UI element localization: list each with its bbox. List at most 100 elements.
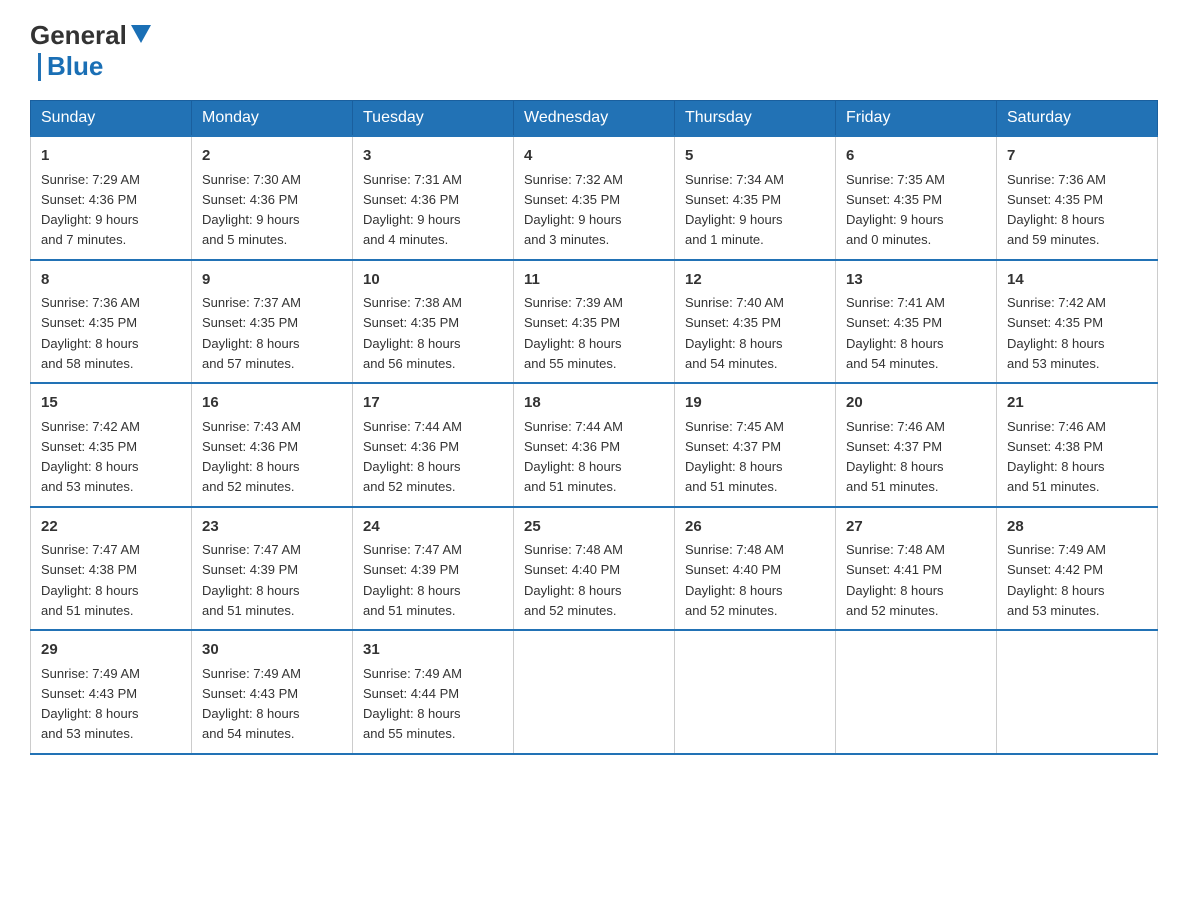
cell-content: Sunrise: 7:49 AMSunset: 4:43 PMDaylight:… [41, 666, 140, 742]
calendar-cell: 7 Sunrise: 7:36 AMSunset: 4:35 PMDayligh… [997, 136, 1158, 260]
logo-blue-text: Blue [47, 51, 103, 82]
calendar-cell: 25 Sunrise: 7:48 AMSunset: 4:40 PMDaylig… [514, 507, 675, 631]
day-number: 26 [685, 516, 825, 539]
cell-content: Sunrise: 7:40 AMSunset: 4:35 PMDaylight:… [685, 295, 784, 371]
day-number: 28 [1007, 516, 1147, 539]
calendar-cell [997, 630, 1158, 754]
cell-content: Sunrise: 7:34 AMSunset: 4:35 PMDaylight:… [685, 172, 784, 248]
day-number: 8 [41, 269, 181, 292]
logo-divider [38, 53, 41, 81]
day-number: 9 [202, 269, 342, 292]
day-number: 19 [685, 392, 825, 415]
calendar-cell: 31 Sunrise: 7:49 AMSunset: 4:44 PMDaylig… [353, 630, 514, 754]
cell-content: Sunrise: 7:46 AMSunset: 4:38 PMDaylight:… [1007, 419, 1106, 495]
logo-general: General [30, 20, 127, 51]
weekday-header-friday: Friday [836, 101, 997, 137]
weekday-header-tuesday: Tuesday [353, 101, 514, 137]
day-number: 20 [846, 392, 986, 415]
calendar-cell: 28 Sunrise: 7:49 AMSunset: 4:42 PMDaylig… [997, 507, 1158, 631]
cell-content: Sunrise: 7:48 AMSunset: 4:41 PMDaylight:… [846, 542, 945, 618]
calendar-cell: 21 Sunrise: 7:46 AMSunset: 4:38 PMDaylig… [997, 383, 1158, 507]
calendar-cell: 14 Sunrise: 7:42 AMSunset: 4:35 PMDaylig… [997, 260, 1158, 384]
week-row-3: 15 Sunrise: 7:42 AMSunset: 4:35 PMDaylig… [31, 383, 1158, 507]
cell-content: Sunrise: 7:36 AMSunset: 4:35 PMDaylight:… [1007, 172, 1106, 248]
weekday-header-saturday: Saturday [997, 101, 1158, 137]
calendar-cell: 27 Sunrise: 7:48 AMSunset: 4:41 PMDaylig… [836, 507, 997, 631]
cell-content: Sunrise: 7:35 AMSunset: 4:35 PMDaylight:… [846, 172, 945, 248]
day-number: 4 [524, 145, 664, 168]
week-row-4: 22 Sunrise: 7:47 AMSunset: 4:38 PMDaylig… [31, 507, 1158, 631]
calendar-cell: 5 Sunrise: 7:34 AMSunset: 4:35 PMDayligh… [675, 136, 836, 260]
calendar-cell: 12 Sunrise: 7:40 AMSunset: 4:35 PMDaylig… [675, 260, 836, 384]
calendar-cell: 30 Sunrise: 7:49 AMSunset: 4:43 PMDaylig… [192, 630, 353, 754]
day-number: 22 [41, 516, 181, 539]
calendar-cell: 6 Sunrise: 7:35 AMSunset: 4:35 PMDayligh… [836, 136, 997, 260]
calendar-table: SundayMondayTuesdayWednesdayThursdayFrid… [30, 100, 1158, 755]
calendar-cell: 1 Sunrise: 7:29 AMSunset: 4:36 PMDayligh… [31, 136, 192, 260]
day-number: 25 [524, 516, 664, 539]
calendar-cell [675, 630, 836, 754]
day-number: 18 [524, 392, 664, 415]
cell-content: Sunrise: 7:45 AMSunset: 4:37 PMDaylight:… [685, 419, 784, 495]
cell-content: Sunrise: 7:47 AMSunset: 4:39 PMDaylight:… [202, 542, 301, 618]
calendar-cell: 22 Sunrise: 7:47 AMSunset: 4:38 PMDaylig… [31, 507, 192, 631]
cell-content: Sunrise: 7:47 AMSunset: 4:39 PMDaylight:… [363, 542, 462, 618]
calendar-cell: 13 Sunrise: 7:41 AMSunset: 4:35 PMDaylig… [836, 260, 997, 384]
calendar-cell: 20 Sunrise: 7:46 AMSunset: 4:37 PMDaylig… [836, 383, 997, 507]
day-number: 15 [41, 392, 181, 415]
day-number: 11 [524, 269, 664, 292]
cell-content: Sunrise: 7:37 AMSunset: 4:35 PMDaylight:… [202, 295, 301, 371]
logo-text: General [30, 20, 151, 51]
calendar-cell: 11 Sunrise: 7:39 AMSunset: 4:35 PMDaylig… [514, 260, 675, 384]
cell-content: Sunrise: 7:49 AMSunset: 4:42 PMDaylight:… [1007, 542, 1106, 618]
day-number: 14 [1007, 269, 1147, 292]
calendar-cell: 17 Sunrise: 7:44 AMSunset: 4:36 PMDaylig… [353, 383, 514, 507]
day-number: 12 [685, 269, 825, 292]
day-number: 13 [846, 269, 986, 292]
calendar-cell: 16 Sunrise: 7:43 AMSunset: 4:36 PMDaylig… [192, 383, 353, 507]
day-number: 6 [846, 145, 986, 168]
cell-content: Sunrise: 7:31 AMSunset: 4:36 PMDaylight:… [363, 172, 462, 248]
week-row-2: 8 Sunrise: 7:36 AMSunset: 4:35 PMDayligh… [31, 260, 1158, 384]
day-number: 7 [1007, 145, 1147, 168]
calendar-cell: 23 Sunrise: 7:47 AMSunset: 4:39 PMDaylig… [192, 507, 353, 631]
calendar-cell: 8 Sunrise: 7:36 AMSunset: 4:35 PMDayligh… [31, 260, 192, 384]
calendar-cell: 10 Sunrise: 7:38 AMSunset: 4:35 PMDaylig… [353, 260, 514, 384]
calendar-cell: 19 Sunrise: 7:45 AMSunset: 4:37 PMDaylig… [675, 383, 836, 507]
cell-content: Sunrise: 7:38 AMSunset: 4:35 PMDaylight:… [363, 295, 462, 371]
cell-content: Sunrise: 7:39 AMSunset: 4:35 PMDaylight:… [524, 295, 623, 371]
cell-content: Sunrise: 7:36 AMSunset: 4:35 PMDaylight:… [41, 295, 140, 371]
calendar-cell: 18 Sunrise: 7:44 AMSunset: 4:36 PMDaylig… [514, 383, 675, 507]
day-number: 17 [363, 392, 503, 415]
day-number: 10 [363, 269, 503, 292]
calendar-cell: 26 Sunrise: 7:48 AMSunset: 4:40 PMDaylig… [675, 507, 836, 631]
calendar-cell: 9 Sunrise: 7:37 AMSunset: 4:35 PMDayligh… [192, 260, 353, 384]
cell-content: Sunrise: 7:46 AMSunset: 4:37 PMDaylight:… [846, 419, 945, 495]
day-number: 24 [363, 516, 503, 539]
cell-content: Sunrise: 7:42 AMSunset: 4:35 PMDaylight:… [41, 419, 140, 495]
calendar-cell: 15 Sunrise: 7:42 AMSunset: 4:35 PMDaylig… [31, 383, 192, 507]
cell-content: Sunrise: 7:44 AMSunset: 4:36 PMDaylight:… [363, 419, 462, 495]
calendar-cell: 2 Sunrise: 7:30 AMSunset: 4:36 PMDayligh… [192, 136, 353, 260]
cell-content: Sunrise: 7:48 AMSunset: 4:40 PMDaylight:… [685, 542, 784, 618]
weekday-header-thursday: Thursday [675, 101, 836, 137]
calendar-cell [514, 630, 675, 754]
cell-content: Sunrise: 7:43 AMSunset: 4:36 PMDaylight:… [202, 419, 301, 495]
cell-content: Sunrise: 7:30 AMSunset: 4:36 PMDaylight:… [202, 172, 301, 248]
page-header: General Blue [30, 20, 1158, 82]
week-row-1: 1 Sunrise: 7:29 AMSunset: 4:36 PMDayligh… [31, 136, 1158, 260]
day-number: 21 [1007, 392, 1147, 415]
day-number: 30 [202, 639, 342, 662]
week-row-5: 29 Sunrise: 7:49 AMSunset: 4:43 PMDaylig… [31, 630, 1158, 754]
weekday-header-monday: Monday [192, 101, 353, 137]
cell-content: Sunrise: 7:32 AMSunset: 4:35 PMDaylight:… [524, 172, 623, 248]
day-number: 23 [202, 516, 342, 539]
cell-content: Sunrise: 7:42 AMSunset: 4:35 PMDaylight:… [1007, 295, 1106, 371]
weekday-header-sunday: Sunday [31, 101, 192, 137]
calendar-cell: 3 Sunrise: 7:31 AMSunset: 4:36 PMDayligh… [353, 136, 514, 260]
cell-content: Sunrise: 7:49 AMSunset: 4:44 PMDaylight:… [363, 666, 462, 742]
day-number: 27 [846, 516, 986, 539]
day-number: 3 [363, 145, 503, 168]
logo-triangle-icon [131, 25, 151, 43]
cell-content: Sunrise: 7:47 AMSunset: 4:38 PMDaylight:… [41, 542, 140, 618]
